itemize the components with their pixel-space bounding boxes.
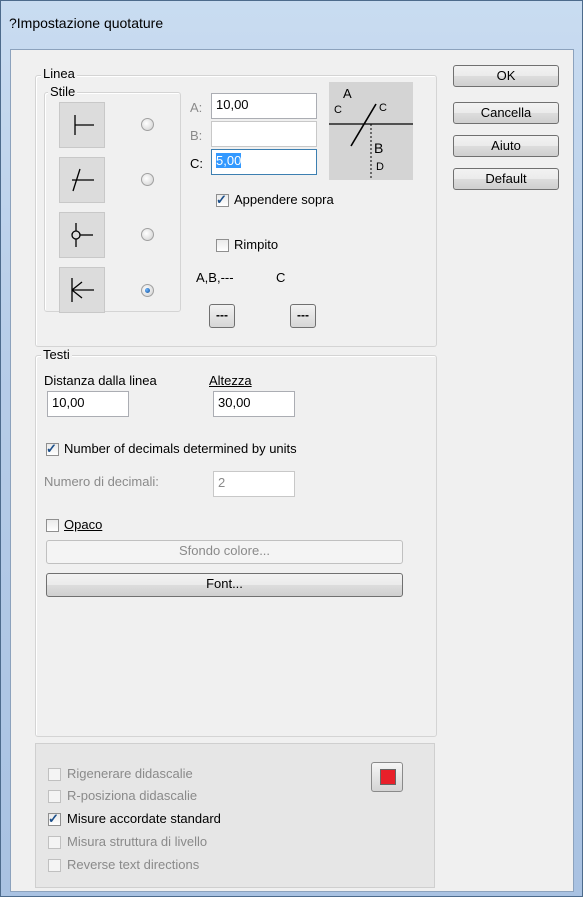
fill-checkbox[interactable] [216, 239, 229, 252]
option-label-1: R-posiziona didascalie [67, 788, 198, 803]
line-preview: A C C B D [329, 82, 413, 180]
height-label: Altezza [209, 373, 252, 388]
testi-group-label: Testi [41, 347, 72, 362]
option-label-3: Misura struttura di livello [67, 834, 208, 849]
option-label-4: Reverse text directions [67, 857, 200, 872]
field-a-input[interactable]: 10,00 [211, 93, 317, 119]
color-swatch-button[interactable] [371, 762, 403, 792]
circle-arrow-icon [71, 223, 93, 247]
decimals-units-checkbox[interactable]: ✓ [46, 441, 59, 456]
distance-label: Distanza dalla linea [44, 373, 157, 388]
style-arrow-button[interactable] [59, 267, 105, 313]
field-c-input[interactable]: 5,00 [211, 149, 317, 175]
field-c-label: C: [190, 156, 203, 171]
arrow-left-icon [71, 278, 94, 302]
check-icon: ✓ [216, 192, 227, 207]
c-style-button[interactable]: --- [290, 304, 316, 328]
abc-style-label: A,B,--- [196, 270, 234, 285]
distance-input[interactable]: 10,00 [47, 391, 129, 417]
opaque-checkbox[interactable] [46, 519, 59, 532]
abc-style-button[interactable]: --- [209, 304, 235, 328]
title-bar[interactable]: ?Impostazione quotature [1, 1, 582, 45]
check-icon: ✓ [48, 811, 59, 826]
opaque-label: Opaco [64, 517, 103, 532]
field-b-input[interactable] [211, 121, 317, 147]
preview-label-d: D [376, 161, 384, 173]
check-icon: ✓ [46, 441, 57, 456]
stile-group-label: Stile [48, 84, 78, 99]
preview-label-c-left: C [334, 104, 342, 116]
decimals-input[interactable]: 2 [213, 471, 295, 497]
bg-color-button[interactable]: Sfondo colore... [46, 540, 403, 564]
style-slash-button[interactable] [59, 157, 105, 203]
font-button[interactable]: Font... [46, 573, 403, 597]
preview-label-b: B [374, 140, 384, 156]
ok-button[interactable]: OK [453, 65, 559, 87]
style-slash-radio[interactable] [141, 173, 154, 186]
dialog-window: ?Impostazione quotature OK Cancella Aiut… [0, 0, 583, 897]
linea-group-label: Linea [41, 66, 77, 81]
append-checkbox[interactable]: ✓ [216, 192, 229, 207]
color-swatch [380, 769, 396, 785]
style-circle-button[interactable] [59, 212, 105, 258]
option-checkbox-0[interactable] [48, 768, 61, 781]
tee-icon [74, 115, 94, 135]
preview-label-c-right: C [379, 102, 387, 114]
preview-label-a: A [343, 86, 352, 101]
option-checkbox-3[interactable] [48, 836, 61, 849]
height-input[interactable]: 30,00 [213, 391, 295, 417]
preview-drawing [329, 103, 413, 180]
c-style-label: C [276, 270, 286, 285]
default-button[interactable]: Default [453, 168, 559, 190]
style-circle-radio[interactable] [141, 228, 154, 241]
fill-label: Rimpito [234, 237, 279, 252]
option-label-2: Misure accordate standard [67, 811, 221, 826]
decimals-units-label: Number of decimals determined by units [64, 441, 297, 456]
option-checkbox-2[interactable]: ✓ [48, 811, 61, 826]
decimals-label: Numero di decimali: [44, 474, 159, 489]
option-label-0: Rigenerare didascalie [67, 766, 193, 781]
help-button[interactable]: Aiuto [453, 135, 559, 157]
style-tee-radio[interactable] [141, 118, 154, 131]
option-checkbox-4[interactable] [48, 859, 61, 872]
style-tee-button[interactable] [59, 102, 105, 148]
field-c-value: 5,00 [216, 153, 242, 168]
slash-arrow-icon [72, 168, 94, 192]
dialog-body: OK Cancella Aiuto Default Linea Stile A:… [10, 49, 574, 892]
append-label: Appendere sopra [234, 192, 334, 207]
option-checkbox-1[interactable] [48, 790, 61, 803]
field-b-label: B: [190, 128, 203, 143]
cancel-button[interactable]: Cancella [453, 102, 559, 124]
style-arrow-radio[interactable] [141, 284, 154, 297]
window-title: ?Impostazione quotature [9, 15, 164, 31]
field-a-label: A: [190, 100, 203, 115]
